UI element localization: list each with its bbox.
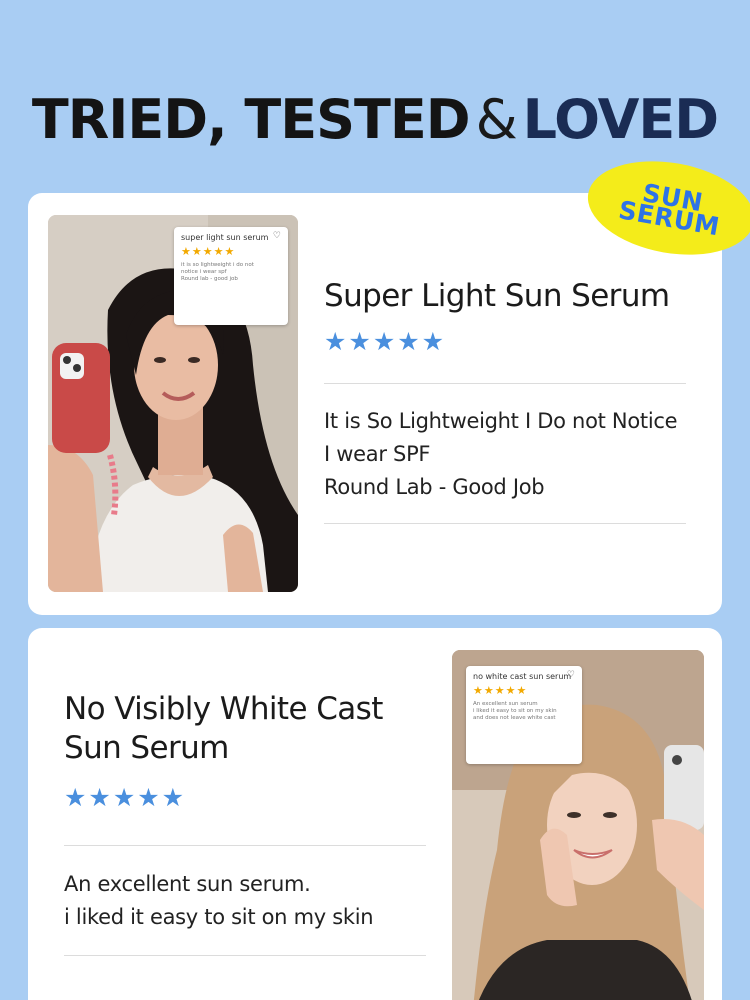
- review-text: It is So Lightweight I Do not Notice I w…: [324, 405, 678, 504]
- review-card-1: ♡ super light sun serum ★★★★★ it is so l…: [28, 193, 722, 615]
- photo-review-stars: ★★★★★: [473, 684, 528, 697]
- photo-review-card-2: ♡ no white cast sun serum ★★★★★ An excel…: [466, 666, 582, 764]
- review-line: i liked it easy to sit on my skin: [64, 905, 374, 929]
- review-title-line: No Visibly White Cast: [64, 691, 383, 727]
- photo-review-title: no white cast sun serum: [473, 672, 572, 681]
- photo-review-line: Round lab - good job: [181, 276, 238, 282]
- star-rating: ★★★★★: [64, 784, 187, 812]
- headline-part2: LOVED: [522, 88, 719, 151]
- photo-review-line: notice i wear spf: [181, 269, 227, 275]
- sticker-line-2: SERUM: [616, 195, 722, 242]
- divider: [64, 845, 426, 846]
- review-title: Super Light Sun Serum: [324, 278, 670, 314]
- customer-photo-1: ♡ super light sun serum ★★★★★ it is so l…: [48, 215, 298, 592]
- review-card-2: No Visibly White Cast Sun Serum ★★★★★ An…: [28, 628, 722, 1000]
- review-line: Round Lab - Good Job: [324, 475, 545, 499]
- photo-review-line: An excellent sun serum: [473, 701, 538, 707]
- photo-review-card-1: ♡ super light sun serum ★★★★★ it is so l…: [174, 227, 288, 325]
- photo-review-body: An excellent sun serum i liked it easy t…: [473, 701, 575, 722]
- divider: [324, 523, 686, 524]
- review-title-line: Sun Serum: [64, 729, 229, 766]
- photo-review-body: it is so lightweight i do not notice i w…: [181, 262, 281, 283]
- page-headline: TRIED, TESTED & LOVED: [0, 88, 750, 151]
- photo-review-line: i liked it easy to sit on my skin: [473, 708, 557, 714]
- review-line: I wear SPF: [324, 442, 431, 466]
- photo-review-title: super light sun serum: [181, 233, 269, 242]
- photo-review-line: it is so lightweight i do not: [181, 262, 254, 268]
- star-rating: ★★★★★: [324, 328, 447, 356]
- headline-part1: TRIED, TESTED: [31, 88, 471, 151]
- review-text: An excellent sun serum. i liked it easy …: [64, 868, 374, 934]
- customer-photo-2: ♡ no white cast sun serum ★★★★★ An excel…: [452, 650, 704, 1000]
- divider: [324, 383, 686, 384]
- review-line: It is So Lightweight I Do not Notice: [324, 409, 678, 433]
- photo-review-line: and does not leave white cast: [473, 715, 556, 721]
- divider: [64, 955, 426, 956]
- photo-review-stars: ★★★★★: [181, 245, 236, 258]
- heart-icon: ♡: [566, 670, 575, 680]
- headline-ampersand: &: [475, 88, 518, 151]
- review-line: An excellent sun serum.: [64, 872, 311, 896]
- heart-icon: ♡: [272, 231, 281, 241]
- review-title: No Visibly White Cast Sun Serum: [64, 690, 383, 768]
